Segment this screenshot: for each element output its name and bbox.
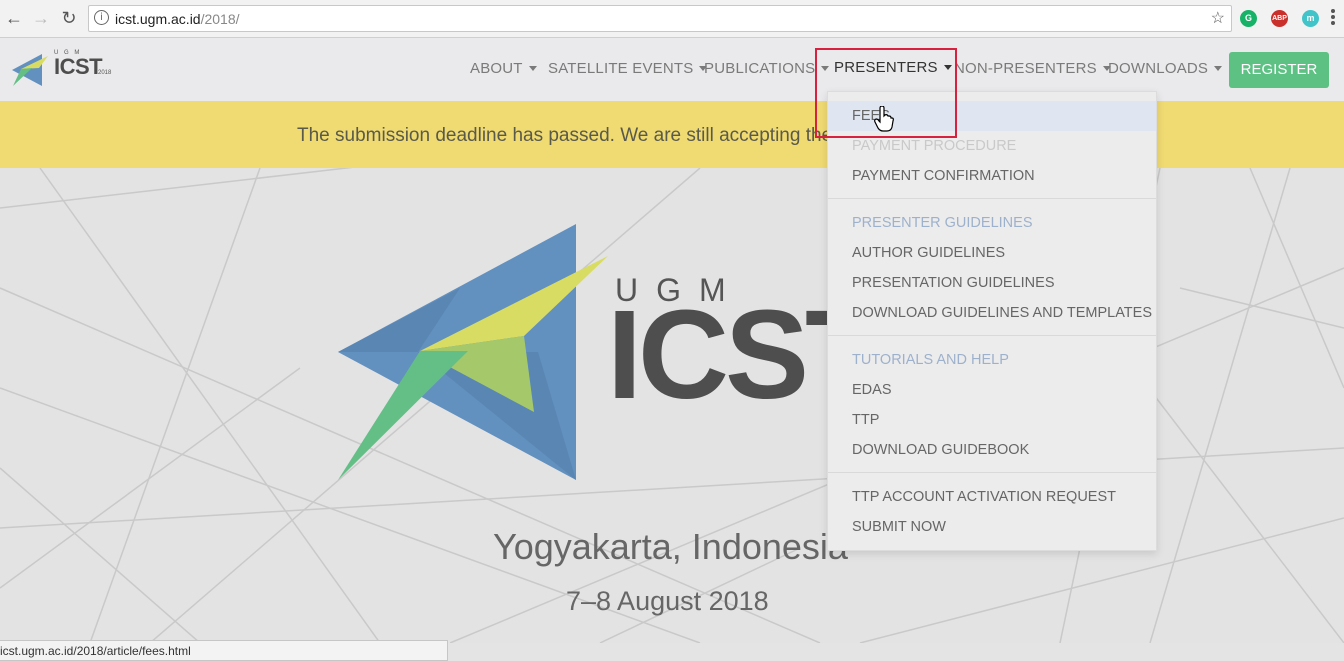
caret-down-icon bbox=[1214, 66, 1223, 71]
announcement-text: The submission deadline has passed. We a… bbox=[297, 125, 833, 146]
bookmark-star-icon[interactable]: ☆ bbox=[1211, 8, 1225, 28]
menu-divider bbox=[828, 335, 1156, 336]
browser-menu-icon[interactable] bbox=[1330, 7, 1336, 27]
reload-icon[interactable]: ↻ bbox=[57, 6, 81, 30]
presenters-dropdown-menu: FEES PAYMENT PROCEDURE PAYMENT CONFIRMAT… bbox=[827, 91, 1157, 551]
menu-item-ttp-account-activation[interactable]: TTP ACCOUNT ACTIVATION REQUEST bbox=[828, 482, 1156, 512]
menu-item-download-guidebook[interactable]: DOWNLOAD GUIDEBOOK bbox=[828, 435, 1156, 465]
menu-item-presentation-guidelines[interactable]: PRESENTATION GUIDELINES bbox=[828, 268, 1156, 298]
nav-downloads[interactable]: DOWNLOADS bbox=[1108, 60, 1223, 77]
logo-year-text: 2018 bbox=[98, 70, 112, 76]
event-date: 7–8 August 2018 bbox=[566, 586, 769, 616]
hero-logo-mark-icon bbox=[338, 224, 608, 480]
nav-satellite-events[interactable]: SATELLITE EVENTS bbox=[548, 60, 708, 77]
logo-mark-icon bbox=[12, 54, 48, 86]
nav-about[interactable]: ABOUT bbox=[470, 60, 537, 77]
menu-item-ttp[interactable]: TTP bbox=[828, 405, 1156, 435]
hand-pointer-cursor-icon bbox=[874, 106, 894, 132]
adblock-plus-icon[interactable]: ABP bbox=[1271, 10, 1288, 27]
menu-header-tutorials-help: TUTORIALS AND HELP bbox=[852, 352, 1009, 368]
site-logo[interactable]: U G M ICST 2018 bbox=[12, 50, 122, 90]
menu-item-download-guidelines-templates[interactable]: DOWNLOAD GUIDELINES AND TEMPLATES bbox=[828, 298, 1156, 328]
address-url: icst.ugm.ac.id/2018/ bbox=[115, 11, 240, 27]
site-info-icon[interactable]: i bbox=[94, 10, 109, 25]
forward-icon[interactable]: → bbox=[29, 6, 53, 30]
extension-m-icon[interactable]: m bbox=[1302, 10, 1319, 27]
menu-item-submit-now[interactable]: SUBMIT NOW bbox=[828, 512, 1156, 542]
grammarly-icon[interactable]: G bbox=[1240, 10, 1257, 27]
nav-non-presenters[interactable]: NON-PRESENTERS bbox=[954, 60, 1111, 77]
menu-item-edas[interactable]: EDAS bbox=[828, 375, 1156, 405]
caret-down-icon bbox=[528, 66, 537, 71]
event-location: Yogyakarta, Indonesia bbox=[493, 526, 848, 567]
address-bar[interactable]: i icst.ugm.ac.id/2018/ ☆ bbox=[88, 5, 1232, 32]
logo-icst-text: ICST bbox=[54, 54, 103, 79]
browser-status-bar: icst.ugm.ac.id/2018/article/fees.html bbox=[0, 640, 448, 661]
menu-divider bbox=[828, 472, 1156, 473]
menu-divider bbox=[828, 198, 1156, 199]
menu-item-payment-confirmation[interactable]: PAYMENT CONFIRMATION bbox=[828, 161, 1156, 191]
menu-header-presenter-guidelines: PRESENTER GUIDELINES bbox=[852, 215, 1033, 231]
register-button[interactable]: REGISTER bbox=[1229, 52, 1329, 88]
back-icon[interactable]: ← bbox=[2, 6, 26, 30]
menu-item-author-guidelines[interactable]: AUTHOR GUIDELINES bbox=[828, 238, 1156, 268]
nav-publications[interactable]: PUBLICATIONS bbox=[704, 60, 830, 77]
browser-toolbar: ← → ↻ i icst.ugm.ac.id/2018/ ☆ G ABP m bbox=[0, 0, 1344, 38]
